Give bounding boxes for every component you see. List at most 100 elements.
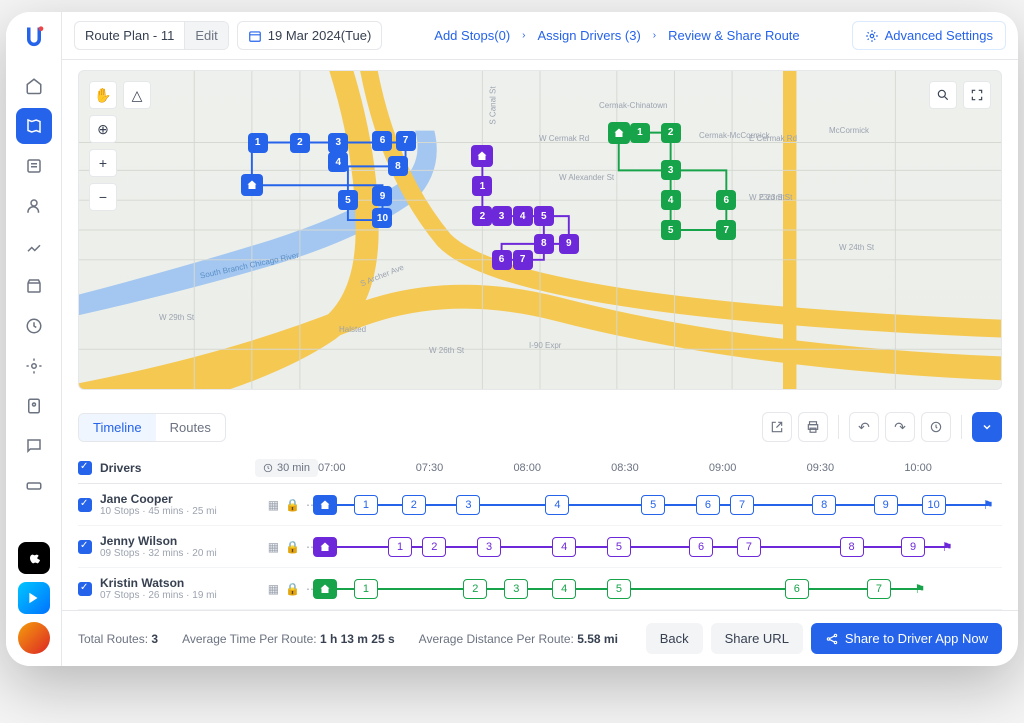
zoom-in-button[interactable]: + <box>89 149 117 177</box>
route-home-marker[interactable] <box>471 145 493 167</box>
route-stop-marker[interactable]: 1 <box>248 133 268 153</box>
lock-icon[interactable]: 🔒 <box>285 498 300 512</box>
nav-chat[interactable] <box>16 428 52 464</box>
driver-checkbox[interactable] <box>78 540 92 554</box>
timeline-stop[interactable]: 1 <box>354 579 378 599</box>
timeline-stop[interactable]: 1 <box>354 495 378 515</box>
calendar-icon[interactable]: ▦ <box>268 540 279 554</box>
route-home-marker[interactable] <box>241 174 263 196</box>
route-stop-marker[interactable]: 1 <box>472 176 492 196</box>
collapse-button[interactable] <box>972 412 1002 442</box>
route-stop-marker[interactable]: 10 <box>372 208 392 228</box>
route-stop-marker[interactable]: 6 <box>492 250 512 270</box>
route-stop-marker[interactable]: 6 <box>372 131 392 151</box>
route-stop-marker[interactable]: 8 <box>388 156 408 176</box>
timeline-stop[interactable]: 9 <box>901 537 925 557</box>
search-map-button[interactable] <box>929 81 957 109</box>
user-avatar[interactable] <box>18 622 50 654</box>
route-stop-marker[interactable]: 7 <box>396 131 416 151</box>
timeline-stop[interactable]: 2 <box>463 579 487 599</box>
timeline-stop[interactable]: 9 <box>874 495 898 515</box>
timeline-stop[interactable]: 2 <box>402 495 426 515</box>
route-stop-marker[interactable]: 4 <box>513 206 533 226</box>
play-store-icon[interactable] <box>18 582 50 614</box>
driver-checkbox[interactable] <box>78 498 92 512</box>
lock-icon[interactable]: 🔒 <box>285 582 300 596</box>
share-to-app-button[interactable]: Share to Driver App Now <box>811 623 1002 654</box>
route-stop-marker[interactable]: 4 <box>661 190 681 210</box>
route-stop-marker[interactable]: 4 <box>328 152 348 172</box>
timeline-stop[interactable]: 6 <box>696 495 720 515</box>
timeline-home[interactable] <box>313 579 337 599</box>
timeline-stop[interactable]: 3 <box>477 537 501 557</box>
route-stop-marker[interactable]: 7 <box>513 250 533 270</box>
crumb-add-stops[interactable]: Add Stops(0) <box>434 28 510 43</box>
interval-badge[interactable]: 30 min <box>255 459 318 477</box>
timeline-home[interactable] <box>313 537 337 557</box>
nav-more[interactable] <box>16 468 52 504</box>
route-stop-marker[interactable]: 9 <box>559 234 579 254</box>
date-picker[interactable]: 19 Mar 2024(Tue) <box>237 21 383 50</box>
nav-home[interactable] <box>16 68 52 104</box>
timeline-stop[interactable]: 5 <box>607 579 631 599</box>
route-stop-marker[interactable]: 6 <box>716 190 736 210</box>
map-canvas[interactable]: 123456789101234567891234567 W Cermak Rd … <box>78 70 1002 390</box>
select-all-checkbox[interactable] <box>78 461 92 475</box>
polygon-tool[interactable]: △ <box>123 81 151 109</box>
timeline-stop[interactable]: 5 <box>641 495 665 515</box>
tab-routes[interactable]: Routes <box>156 414 225 441</box>
advanced-settings-button[interactable]: Advanced Settings <box>852 21 1006 50</box>
back-button[interactable]: Back <box>646 623 703 654</box>
fullscreen-button[interactable] <box>963 81 991 109</box>
crumb-assign-drivers[interactable]: Assign Drivers (3) <box>538 28 641 43</box>
zoom-out-button[interactable]: − <box>89 183 117 211</box>
timeline-stop[interactable]: 8 <box>840 537 864 557</box>
locate-tool[interactable]: ⊕ <box>89 115 117 143</box>
timeline-stop[interactable]: 3 <box>504 579 528 599</box>
timeline-stop[interactable]: 6 <box>785 579 809 599</box>
route-stop-marker[interactable]: 2 <box>472 206 492 226</box>
nav-locate[interactable] <box>16 348 52 384</box>
timeline-home[interactable] <box>313 495 337 515</box>
route-stop-marker[interactable]: 9 <box>372 186 392 206</box>
nav-history[interactable] <box>16 308 52 344</box>
timeline-stop[interactable]: 6 <box>689 537 713 557</box>
route-stop-marker[interactable]: 1 <box>630 123 650 143</box>
share-url-button[interactable]: Share URL <box>711 623 803 654</box>
apple-store-icon[interactable] <box>18 542 50 574</box>
route-stop-marker[interactable]: 2 <box>290 133 310 153</box>
export-button[interactable] <box>762 412 792 442</box>
driver-checkbox[interactable] <box>78 582 92 596</box>
timeline-flag[interactable]: ⚑ <box>910 579 930 599</box>
timeline-stop[interactable]: 3 <box>456 495 480 515</box>
crumb-review-share[interactable]: Review & Share Route <box>668 28 800 43</box>
calendar-icon[interactable]: ▦ <box>268 582 279 596</box>
pan-tool[interactable]: ✋ <box>89 81 117 109</box>
timeline-stop[interactable]: 7 <box>867 579 891 599</box>
undo-button[interactable]: ↶ <box>849 412 879 442</box>
route-stop-marker[interactable]: 2 <box>661 123 681 143</box>
timeline-stop[interactable]: 4 <box>552 579 576 599</box>
calendar-icon[interactable]: ▦ <box>268 498 279 512</box>
timeline-stop[interactable]: 7 <box>737 537 761 557</box>
route-stop-marker[interactable]: 5 <box>338 190 358 210</box>
route-stop-marker[interactable]: 3 <box>661 160 681 180</box>
nav-contacts[interactable] <box>16 388 52 424</box>
nav-users[interactable] <box>16 188 52 224</box>
edit-button[interactable]: Edit <box>184 22 227 49</box>
route-home-marker[interactable] <box>608 122 630 144</box>
timeline-stop[interactable]: 8 <box>812 495 836 515</box>
timeline-stop[interactable]: 4 <box>545 495 569 515</box>
nav-analytics[interactable] <box>16 228 52 264</box>
timeline-stop[interactable]: 10 <box>922 495 946 515</box>
timeline-flag[interactable]: ⚑ <box>978 495 998 515</box>
lock-icon[interactable]: 🔒 <box>285 540 300 554</box>
print-button[interactable] <box>798 412 828 442</box>
timeline-stop[interactable]: 1 <box>388 537 412 557</box>
route-stop-marker[interactable]: 3 <box>328 133 348 153</box>
route-stop-marker[interactable]: 5 <box>534 206 554 226</box>
timeline-stop[interactable]: 5 <box>607 537 631 557</box>
timeline-stop[interactable]: 7 <box>730 495 754 515</box>
route-stop-marker[interactable]: 7 <box>716 220 736 240</box>
route-stop-marker[interactable]: 5 <box>661 220 681 240</box>
